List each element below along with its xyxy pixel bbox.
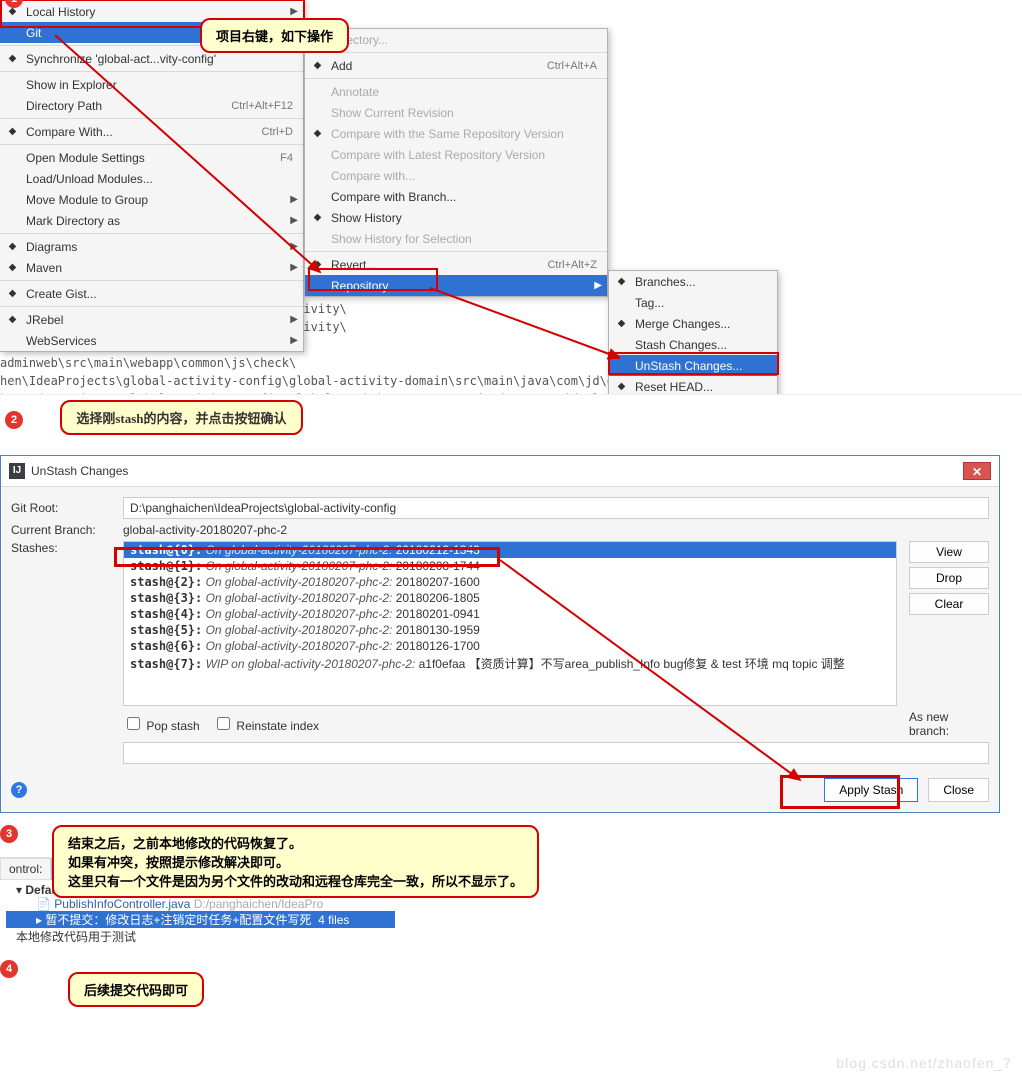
menu-item-annotate: Annotate [305,81,607,102]
menu-item-compare-with-branch[interactable]: Compare with Branch... [305,186,607,207]
callout-1: 项目右键，如下操作 [200,18,349,53]
callout-2: 选择刚stash的内容，并点击按钮确认 [60,400,302,435]
dialog-title: UnStash Changes [31,464,128,478]
menu-item-unstash-changes[interactable]: UnStash Changes... [609,355,777,376]
stash-item[interactable]: stash@{1}: On global-activity-20180207-p… [124,558,896,574]
diagram-icon: ◆ [5,239,20,254]
branch-value: global-activity-20180207-phc-2 [123,523,989,537]
badge-3: 3 [0,825,18,843]
close-button[interactable]: Close [928,778,989,802]
branch-icon: ◆ [614,274,629,289]
menu-item-create-gist[interactable]: ◆Create Gist... [0,283,303,304]
git-root-select[interactable]: D:\panghaichen\IdeaProjects\global-activ… [123,497,989,519]
reinstate-checkbox[interactable]: Reinstate index [213,719,319,733]
new-branch-label: As new branch: [909,710,989,738]
menu-item-compare-with[interactable]: ◆Compare With...Ctrl+D [0,121,303,142]
new-branch-input[interactable] [123,742,989,764]
watermark: blog.csdn.net/zhaofen_7 [836,1055,1012,1071]
menu-item-jrebel[interactable]: ◆JRebel▶ [0,309,303,330]
stash-item[interactable]: stash@{6}: On global-activity-20180207-p… [124,638,896,654]
app-icon: IJ [9,463,25,479]
stash-item[interactable]: stash@{0}: On global-activity-20180207-p… [124,542,896,558]
menu-item-webservices[interactable]: WebServices▶ [0,330,303,351]
menu-item-compare-with-latest-repository-version: Compare with Latest Repository Version [305,144,607,165]
badge-2: 2 [5,411,23,429]
menu-item-directory: Directory... [305,29,607,50]
clear-button[interactable]: Clear [909,593,989,615]
menu-item-show-history-for-selection: Show History for Selection [305,228,607,249]
menu-item-tag[interactable]: Tag... [609,292,777,313]
pop-stash-checkbox[interactable]: Pop stash [123,719,200,733]
menu-item-maven[interactable]: ◆Maven▶ [0,257,303,278]
callout-4: 后续提交代码即可 [68,972,204,1007]
menu-item-show-current-revision: Show Current Revision [305,102,607,123]
vcs-tab[interactable]: ontrol: [0,858,51,880]
menu-item-mark-directory-as[interactable]: Mark Directory as▶ [0,210,303,231]
menu-item-load-unload-modules[interactable]: Load/Unload Modules... [0,168,303,189]
git-root-label: Git Root: [11,501,111,515]
changelist-row[interactable]: ▸ 暂不提交：修改日志+注销定时任务+配置文件写死 4 files [6,911,395,928]
branch-label: Current Branch: [11,523,111,537]
note-row: 本地修改代码用于测试 [6,928,395,945]
arrows-icon: ◆ [5,124,20,139]
stash-item[interactable]: stash@{7}: WIP on global-activity-201802… [124,654,896,673]
menu-item-merge-changes[interactable]: ◆Merge Changes... [609,313,777,334]
sync-icon: ◆ [5,51,20,66]
menu-item-stash-changes[interactable]: Stash Changes... [609,334,777,355]
stash-item[interactable]: stash@{4}: On global-activity-20180207-p… [124,606,896,622]
merge-icon: ◆ [614,316,629,331]
menu-item-compare-with-the-same-repository-version: ◆Compare with the Same Repository Versio… [305,123,607,144]
stash-item[interactable]: stash@{3}: On global-activity-20180207-p… [124,590,896,606]
menu-item-diagrams[interactable]: ◆Diagrams▶ [0,236,303,257]
reset-icon: ◆ [614,379,629,394]
plus-icon: ◆ [310,58,325,73]
unstash-dialog: IJ UnStash Changes ✕ Git Root: D:\pangha… [0,455,1000,813]
close-icon[interactable]: ✕ [963,462,991,480]
drop-button[interactable]: Drop [909,567,989,589]
stashes-label: Stashes: [11,541,111,555]
gist-icon: ◆ [5,286,20,301]
cmp-icon: ◆ [310,126,325,141]
stash-item[interactable]: stash@{2}: On global-activity-20180207-p… [124,574,896,590]
menu-item-show-history[interactable]: ◆Show History [305,207,607,228]
apply-stash-button[interactable]: Apply Stash [824,778,918,802]
checkbox-row: Pop stash Reinstate index [123,710,897,738]
changed-file[interactable]: 📄 PublishInfoController.java D:/panghaic… [6,897,395,911]
badge-4: 4 [0,960,18,978]
view-button[interactable]: View [909,541,989,563]
revert-icon: ◆ [310,257,325,272]
stash-list[interactable]: stash@{0}: On global-activity-20180207-p… [123,541,897,706]
menu-item-repository[interactable]: Repository▶ [305,275,607,296]
menu-item-compare-with: Compare with... [305,165,607,186]
menu-item-open-module-settings[interactable]: Open Module SettingsF4 [0,147,303,168]
menu-item-branches[interactable]: ◆Branches... [609,271,777,292]
context-menu-git[interactable]: Directory... ◆AddCtrl+Alt+A AnnotateShow C… [304,28,608,297]
menu-item-move-module-to-group[interactable]: Move Module to Group▶ [0,189,303,210]
jrebel-icon: ◆ [5,312,20,327]
clock-icon: ◆ [310,210,325,225]
menu-item-add[interactable]: ◆AddCtrl+Alt+A [305,55,607,76]
menu-item-show-in-explorer[interactable]: Show in Explorer [0,74,303,95]
context-menu-repository[interactable]: ◆Branches...Tag...◆Merge Changes...Stash… [608,270,778,395]
menu-item-directory-path[interactable]: Directory PathCtrl+Alt+F12 [0,95,303,116]
stash-item[interactable]: stash@{5}: On global-activity-20180207-p… [124,622,896,638]
menu-item-reset-head[interactable]: ◆Reset HEAD... [609,376,777,395]
callout-3: 结束之后，之前本地修改的代码恢复了。如果有冲突，按照提示修改解决即可。这里只有一… [52,825,539,898]
help-icon[interactable]: ? [11,782,27,798]
maven-icon: ◆ [5,260,20,275]
menu-item-revert[interactable]: ◆Revert...Ctrl+Alt+Z [305,254,607,275]
